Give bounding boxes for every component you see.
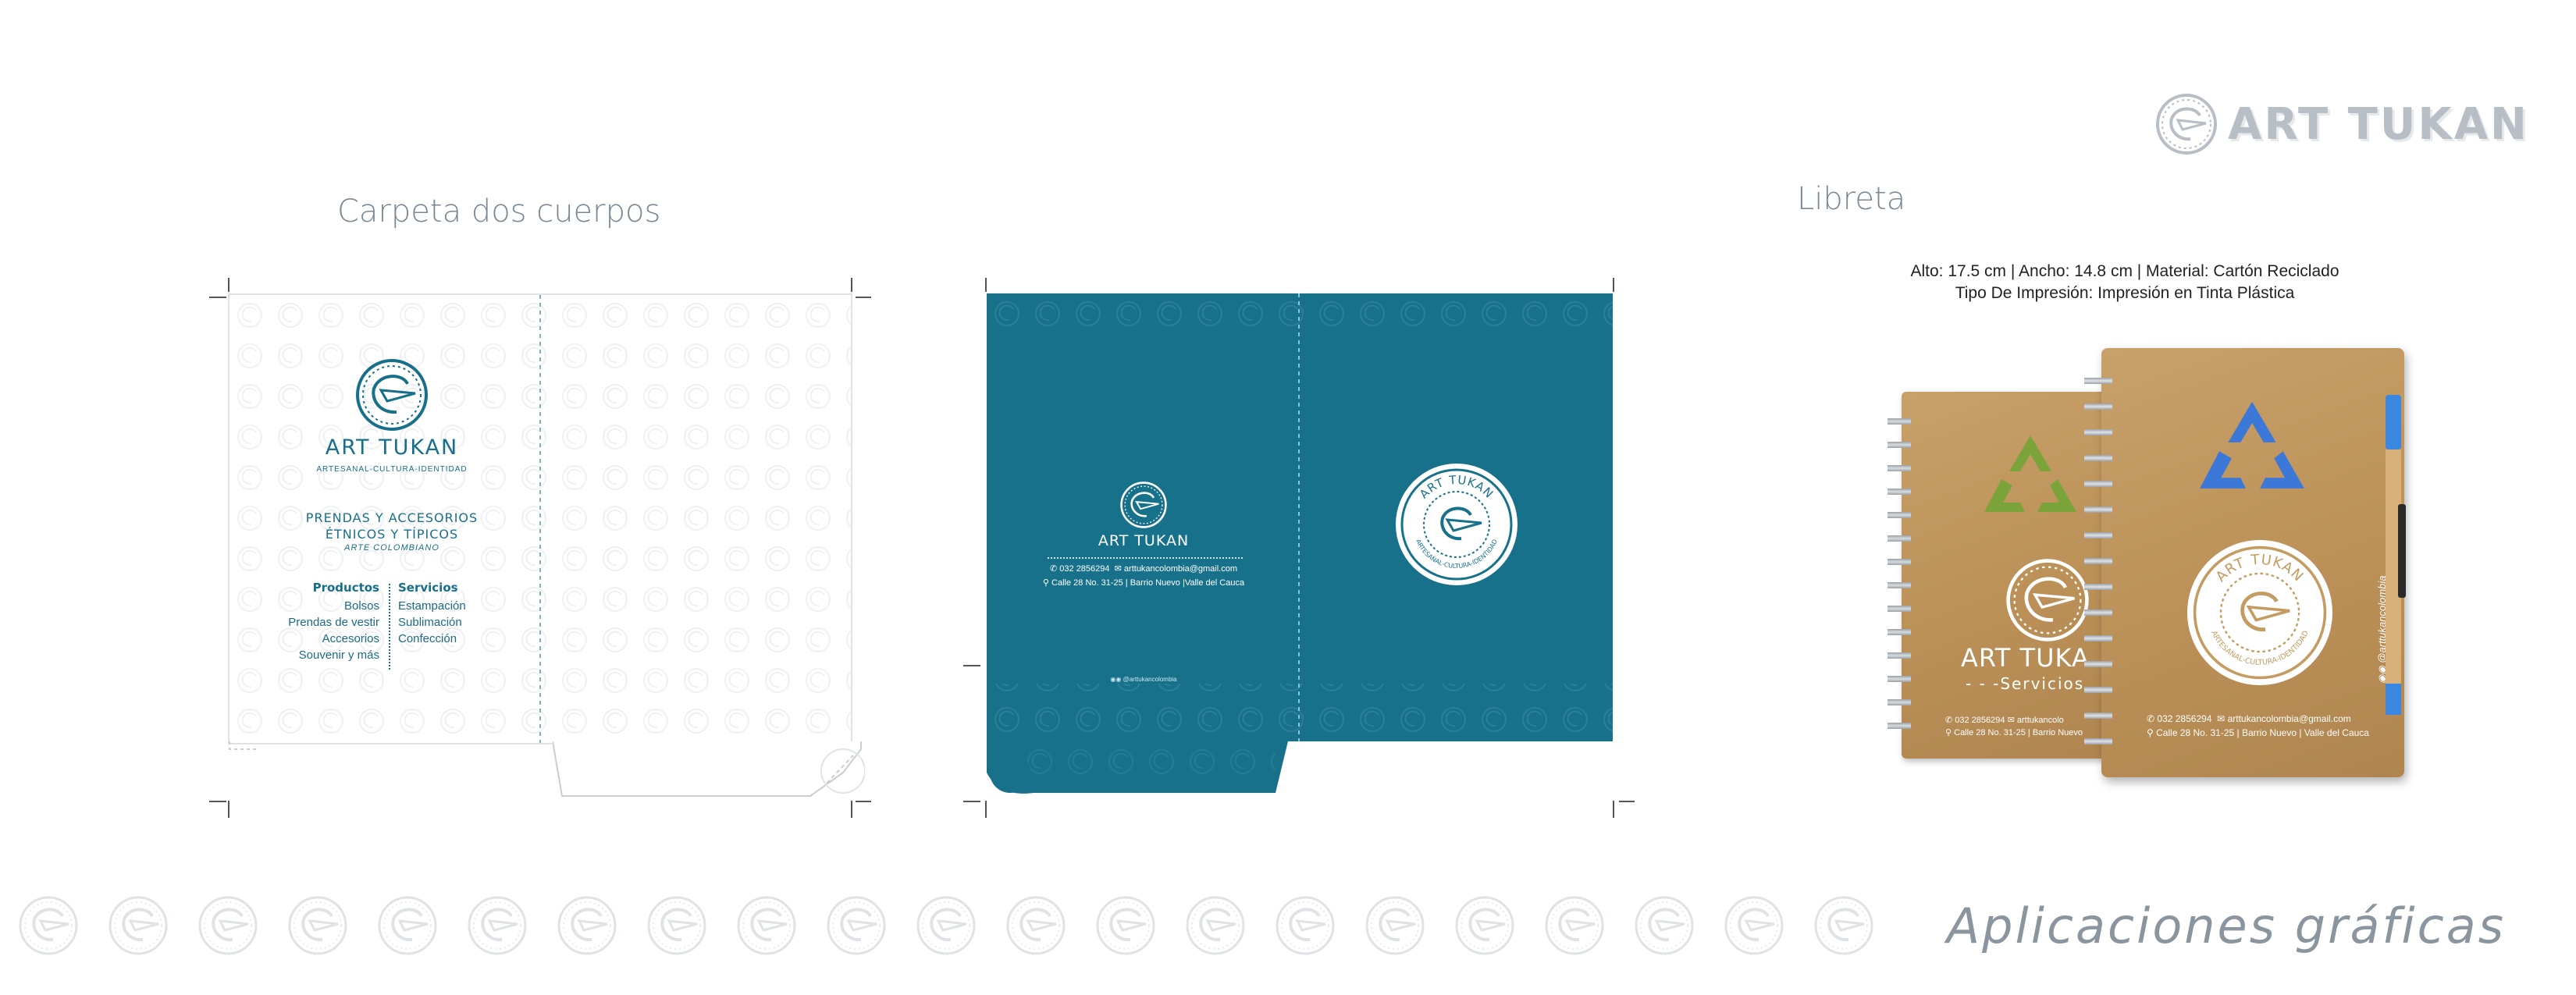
folder-front-subheadline: ARTE COLOMBIANO — [344, 543, 439, 553]
carpeta-title: Carpeta dos cuerpos — [337, 194, 661, 229]
notebook-back: ART TUKA - - -Servicios ✆ 032 2856294 ✉ … — [1888, 392, 2112, 759]
footer-pattern — [17, 891, 1953, 961]
phone-icon: ✆ — [2147, 713, 2155, 724]
seal-graphic: ART TUKAN ARTESANAL-CULTURA-IDENTIDAD — [1400, 468, 1513, 581]
folder-front-notch — [229, 741, 259, 750]
notebook-front: ART TUKAN ARTESANAL-CULTURA-IDENTIDAD ✆ … — [2084, 348, 2406, 777]
recycle-icon — [1984, 435, 2076, 512]
libreta-specs: Alto: 17.5 cm | Ancho: 14.8 cm | Materia… — [1766, 261, 2484, 304]
address-line: ⚲ Calle 28 No. 31-25 | Barrio Nuevo |Val… — [1018, 577, 1269, 588]
spiral-binding — [1888, 407, 1911, 743]
seal-bottom-text: ARTESANAL-CULTURA-IDENTIDAD — [1414, 538, 1499, 570]
location-icon: ⚲ — [2147, 727, 2154, 738]
phone-icon: ✆ — [1050, 564, 1058, 574]
services-title: Servicios — [398, 581, 458, 595]
location-icon: ⚲ — [1945, 728, 1952, 737]
list-item: Prendas de vestir — [288, 616, 379, 629]
folder-back-social: @arttukancolombia — [1123, 676, 1177, 683]
divider — [1048, 557, 1243, 559]
folder-front-brand: ART TUKAN — [325, 435, 459, 460]
folder-back-phone: 032 2856294 — [1059, 564, 1110, 574]
list-item: Bolsos — [343, 599, 379, 613]
folder-front-pocket — [553, 741, 865, 797]
location-icon: ⚲ — [1042, 578, 1049, 588]
pen — [2382, 395, 2406, 730]
notebook-back-address: ⚲ Calle 28 No. 31-25 | Barrio Nuevo — [1945, 727, 2101, 737]
folder-front-tagline: ARTESANAL-CULTURA-IDENTIDAD — [316, 465, 468, 474]
brand-logo-text: ART TUKAN — [2228, 98, 2529, 150]
notebook-back-contact: ✆ 032 2856294 ✉ arttukancolo — [1945, 715, 2101, 725]
mail-icon: ✉ — [2217, 713, 2226, 724]
folder-back-address: Calle 28 No. 31-25 | Barrio Nuevo |Valle… — [1051, 578, 1245, 588]
footer-title: Aplicaciones gráficas — [1946, 897, 2506, 954]
services-list: Estampación Sublimación Confección — [398, 598, 515, 647]
folder-back-brand: ART TUKAN — [1098, 532, 1190, 549]
list-item: Souvenir y más — [298, 649, 379, 662]
seal-graphic: ART TUKAN ARTESANAL-CULTURA-IDENTIDAD — [2193, 545, 2327, 680]
notebook-front-contact: ✆ 032 2856294 ✉ arttukancolombia@gmail.c… — [2147, 713, 2389, 724]
social-line: ◉◉ @arttukancolombia — [1065, 676, 1222, 683]
notebook-front-email: arttukancolombia@gmail.com — [2227, 713, 2351, 724]
tukan-logo-icon — [2006, 559, 2089, 641]
notebook-front-address: ⚲ Calle 28 No. 31-25 | Barrio Nuevo | Va… — [2147, 727, 2389, 738]
notebook-front-address-text: Calle 28 No. 31-25 | Barrio Nuevo | Vall… — [2156, 727, 2369, 738]
folder-front-headline-2: ÉTNICOS Y TÍPICOS — [325, 527, 459, 542]
watermark-pattern — [19, 896, 1873, 955]
spiral-binding — [2084, 365, 2112, 760]
social-icon: ◉◉ — [1110, 676, 1122, 683]
tukan-logo-icon — [1120, 482, 1167, 528]
list-item: Sublimación — [398, 616, 462, 629]
notebook-back-email: arttukancolo — [2016, 716, 2064, 725]
folder-front: ART TUKAN ARTESANAL-CULTURA-IDENTIDAD PR… — [209, 278, 871, 824]
folder-back-pocket — [987, 741, 1288, 794]
notebook-front-phone: 032 2856294 — [2157, 713, 2212, 724]
folder-back-email: arttukancolombia@gmail.com — [1123, 564, 1237, 574]
seal: ART TUKAN ARTESANAL-CULTURA-IDENTIDAD — [1396, 464, 1517, 585]
specs-line-1: Alto: 17.5 cm | Ancho: 14.8 cm | Materia… — [1910, 262, 2339, 280]
svg-text:ARTESANAL-CULTURA-IDENTIDAD: ARTESANAL-CULTURA-IDENTIDAD — [1414, 538, 1499, 570]
brand-logo: ART TUKAN — [2154, 92, 2529, 156]
notebook-back-address-text: Calle 28 No. 31-25 | Barrio Nuevo — [1954, 728, 2083, 737]
folder-front-headline-1: PRENDAS Y ACCESORIOS — [305, 510, 479, 525]
folder-front-sheet: ART TUKAN ARTESANAL-CULTURA-IDENTIDAD PR… — [228, 293, 852, 744]
watermark-pattern — [987, 293, 1613, 741]
tukan-logo-icon — [2156, 94, 2217, 155]
libreta-title: Libreta — [1797, 181, 1906, 217]
notebook-seal-bottom: ARTESANAL-CULTURA-IDENTIDAD — [2209, 629, 2311, 666]
specs-line-2: Tipo De Impresión: Impresión en Tinta Pl… — [1955, 284, 2295, 302]
divider — [389, 584, 390, 670]
folder-back: ART TUKAN ✆ 032 2856294 ✉ arttukancolomb… — [963, 278, 1635, 824]
svg-text:ARTESANAL-CULTURA-IDENTIDAD: ARTESANAL-CULTURA-IDENTIDAD — [2209, 629, 2311, 666]
notebook-back-phone: 032 2856294 — [1955, 716, 2005, 725]
list-item: Accesorios — [322, 632, 379, 645]
contact-line: ✆ 032 2856294 ✉ arttukancolombia@gmail.c… — [1018, 563, 1269, 574]
phone-icon: ✆ — [1945, 716, 1953, 725]
mail-icon: ✉ — [1114, 564, 1122, 574]
products-list: Bolsos Prendas de vestir Accesorios Souv… — [262, 598, 379, 663]
products-title: Productos — [312, 581, 379, 595]
notebook-seal: ART TUKAN ARTESANAL-CULTURA-IDENTIDAD — [2187, 540, 2332, 685]
recycle-icon — [2200, 401, 2304, 489]
mail-icon: ✉ — [2007, 716, 2015, 725]
list-item: Estampación — [398, 599, 466, 613]
folder-back-sheet: ART TUKAN ✆ 032 2856294 ✉ arttukancolomb… — [987, 293, 1613, 741]
tukan-logo-icon — [356, 359, 428, 431]
list-item: Confección — [398, 632, 457, 645]
